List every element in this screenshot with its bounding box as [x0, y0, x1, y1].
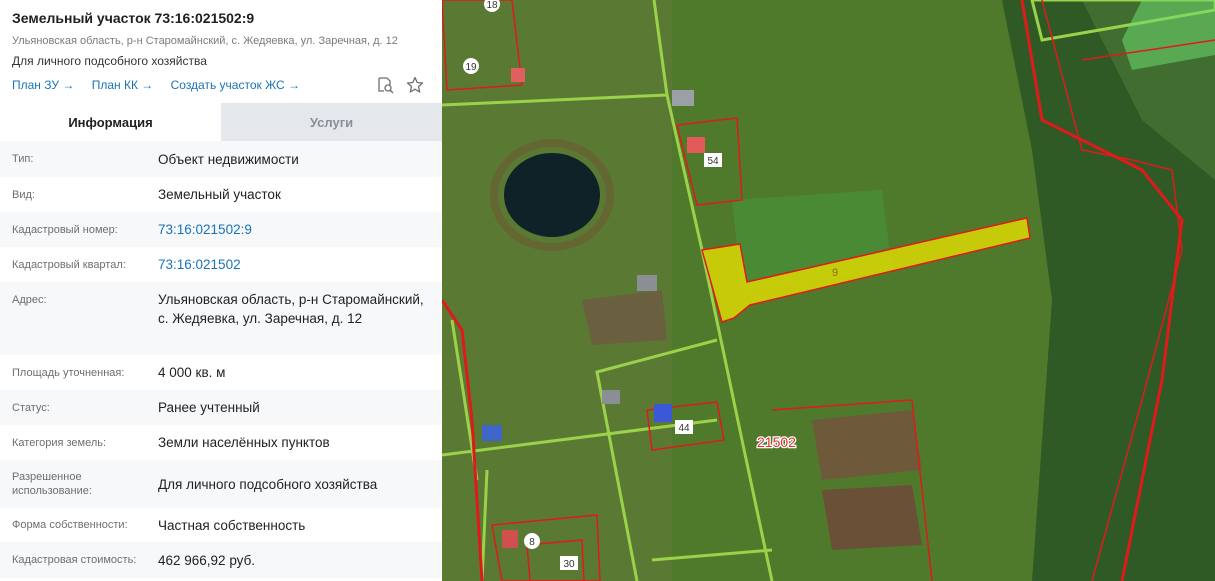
attr-row-cadastral-quarter: Кадастровый квартал: 73:16:021502: [0, 247, 442, 282]
cadastral-quarter-link[interactable]: 73:16:021502: [158, 255, 442, 274]
map-canvas[interactable]: 18 19 54 9 44 8 30 21502: [442, 0, 1215, 581]
attr-value: 462 966,92 руб.: [158, 552, 256, 568]
attr-label: Кадастровый квартал:: [12, 258, 126, 271]
attr-label: Статус:: [12, 401, 50, 414]
attr-label: Кадастровый номер:: [12, 223, 118, 236]
attr-row-ownership: Форма собственности: Частная собственнос…: [0, 508, 442, 542]
attr-value: Ранее учтенный: [158, 400, 260, 415]
info-panel: Земельный участок 73:16:021502:9 Ульянов…: [0, 0, 442, 581]
attr-label: Тип:: [12, 153, 34, 165]
roof: [602, 390, 620, 404]
attr-row-land-category: Категория земель: Земли населённых пункт…: [0, 425, 442, 460]
attr-row-status: Статус: Ранее учтенный: [0, 390, 442, 425]
attr-label: Вид:: [12, 188, 35, 201]
roof: [637, 275, 657, 291]
header-icons: [376, 76, 424, 94]
attr-row-address: Адрес: Ульяновская область, р-н Старомай…: [0, 282, 442, 355]
roof: [482, 425, 502, 441]
attributes-table: Тип: Объект недвижимости Вид: Земельный …: [0, 141, 442, 578]
roof: [654, 404, 672, 422]
plan-kk-link[interactable]: План КК →: [92, 78, 154, 92]
roof: [511, 68, 525, 82]
attr-row-type: Тип: Объект недвижимости: [0, 141, 442, 177]
create-parcel-link[interactable]: Создать участок ЖС →: [171, 78, 300, 92]
attr-value: Земли населённых пунктов: [158, 435, 330, 450]
attr-row-cadastral-number: Кадастровый номер: 73:16:021502:9: [0, 212, 442, 247]
attr-label: Адрес:: [12, 294, 47, 306]
parcel-label-30: 30: [563, 559, 575, 570]
attr-label: Разрешенное использование:: [12, 471, 92, 497]
attr-value: Земельный участок: [158, 187, 281, 202]
attr-value: 4 000 кв. м: [158, 365, 226, 380]
parcel-label-9: 9: [832, 267, 838, 279]
roof: [687, 137, 705, 153]
parcel-title: Земельный участок 73:16:021502:9: [12, 10, 255, 26]
tab-info[interactable]: Информация: [0, 103, 221, 141]
attr-label: Категория земель:: [12, 436, 107, 449]
parcel-address: Ульяновская область, р-н Старомайнский, …: [12, 35, 398, 47]
quarter-label: 21502: [757, 434, 796, 450]
plan-zu-link[interactable]: План ЗУ →: [12, 78, 74, 92]
plowed-field: [812, 410, 922, 480]
attr-value: Объект недвижимости: [158, 151, 299, 167]
attr-label: Форма собственности:: [12, 519, 128, 531]
parcel-label-54: 54: [707, 156, 719, 167]
action-links: План ЗУ → План КК → Создать участок ЖС →: [12, 78, 314, 92]
attr-value: Ульяновская область, р-н Старомайнский, …: [158, 292, 424, 326]
parcel-label-18: 18: [486, 0, 498, 11]
parcel-use: Для личного подсобного хозяйства: [12, 54, 207, 68]
attr-value: Для личного подсобного хозяйства: [158, 476, 378, 492]
attr-label: Площадь уточненная:: [12, 366, 125, 379]
attr-value: Частная собственность: [158, 517, 306, 533]
attr-row-kind: Вид: Земельный участок: [0, 177, 442, 212]
attr-row-permitted-use: Разрешенное использование: Для личного п…: [0, 460, 442, 508]
cadastral-number-link[interactable]: 73:16:021502:9: [158, 220, 442, 239]
satellite-map[interactable]: 18 19 54 9 44 8 30 21502: [442, 0, 1215, 581]
search-document-icon[interactable]: [376, 76, 394, 94]
pond: [504, 153, 600, 237]
tab-services[interactable]: Услуги: [221, 103, 442, 141]
attr-label: Кадастровая стоимость:: [12, 554, 137, 566]
plowed-field-2: [822, 485, 922, 550]
parcel-label-19: 19: [465, 62, 477, 73]
tab-bar: Информация Услуги: [0, 103, 442, 141]
parcel-label-44: 44: [678, 423, 690, 434]
attr-row-cadastral-value: Кадастровая стоимость: 462 966,92 руб.: [0, 542, 442, 578]
star-icon[interactable]: [406, 76, 424, 94]
roof: [672, 90, 694, 106]
roof: [502, 530, 518, 548]
parcel-label-8: 8: [529, 537, 535, 548]
attr-row-area: Площадь уточненная: 4 000 кв. м: [0, 355, 442, 390]
